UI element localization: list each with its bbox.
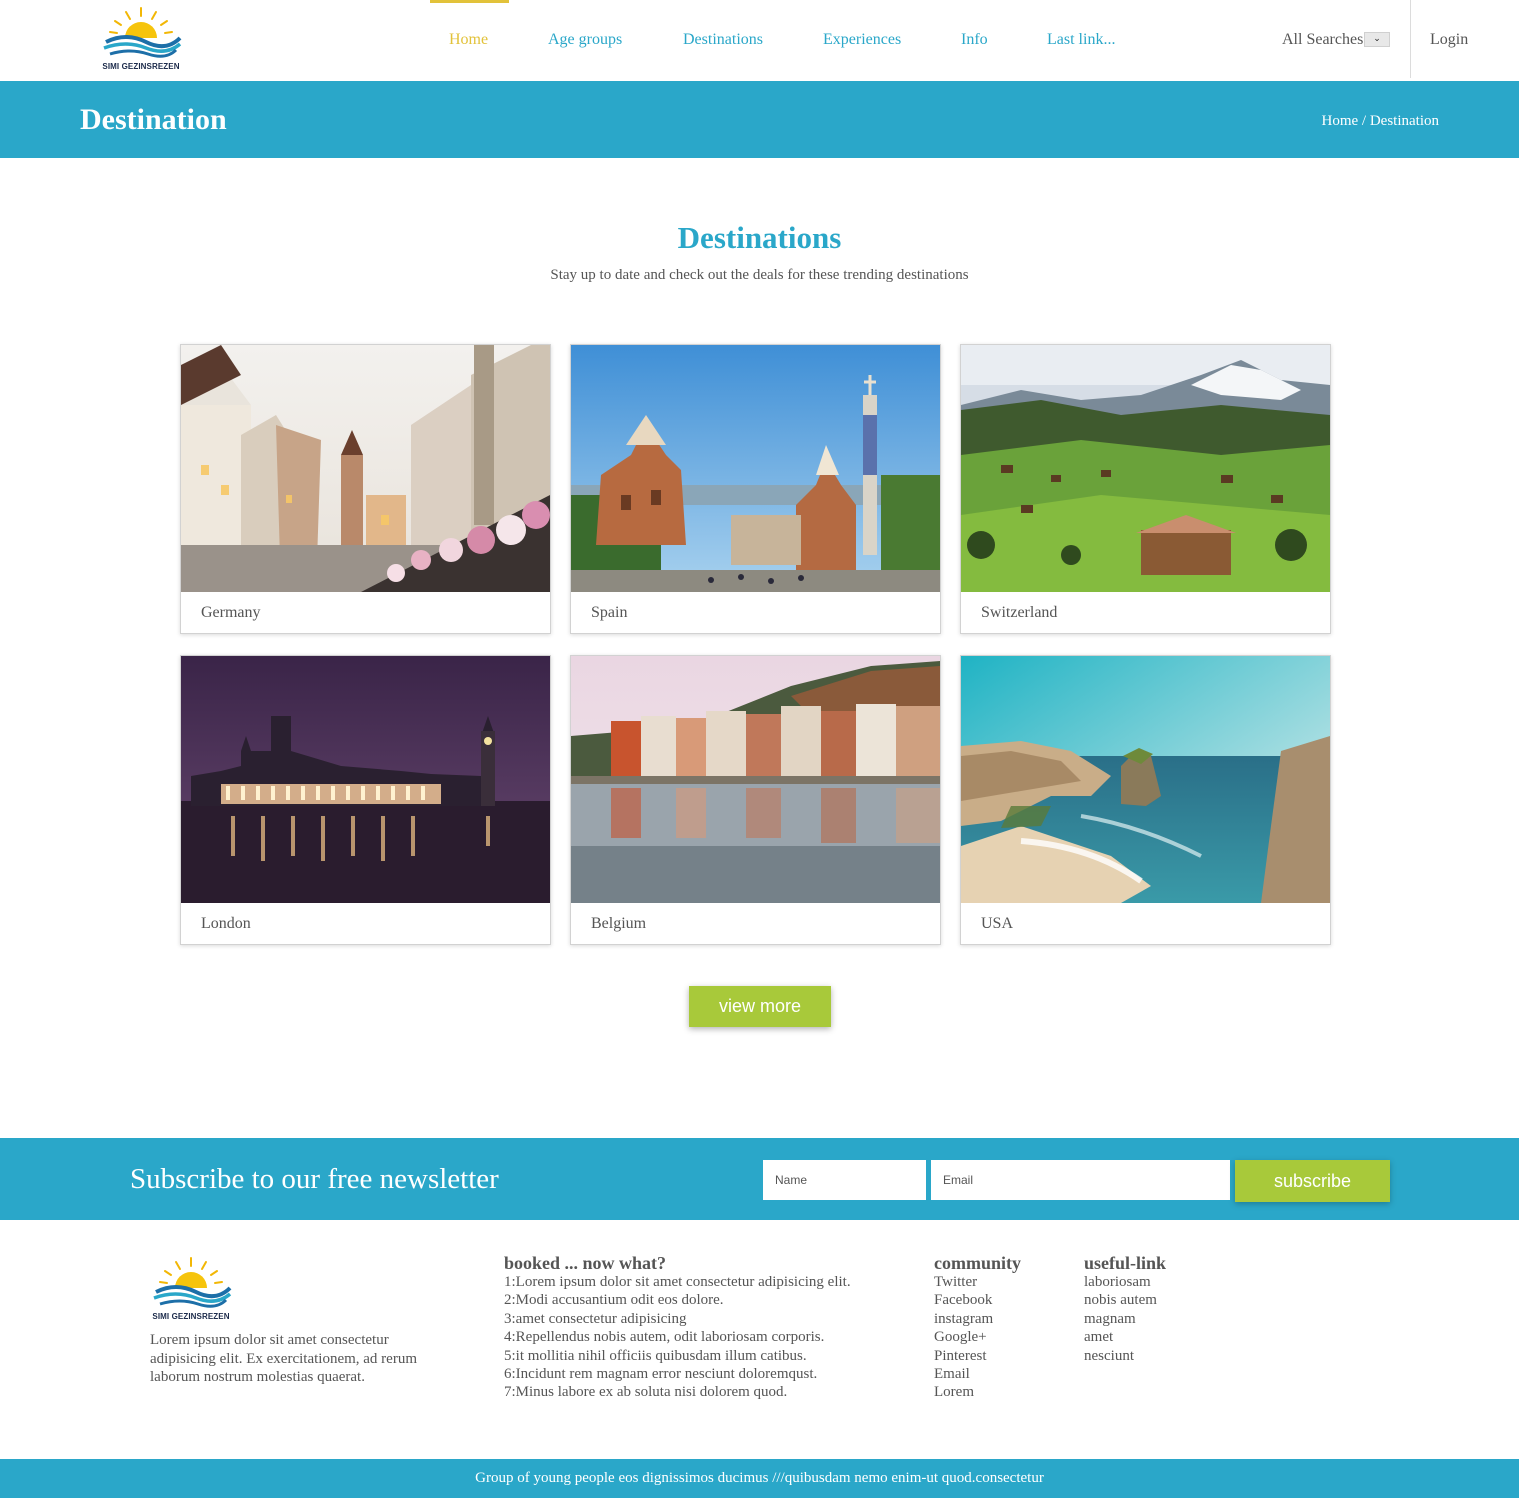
destination-card-spain[interactable]: Spain	[570, 344, 941, 634]
london-photo	[181, 656, 550, 903]
germany-photo	[181, 345, 550, 592]
search-select[interactable]: All Searches	[1282, 31, 1363, 49]
list-item: 7:Minus labore ex ab soluta nisi dolorem…	[504, 1384, 788, 1401]
nav-item-experiences[interactable]: Experiences	[823, 31, 901, 49]
section-title: Destinations	[677, 220, 842, 255]
useful-link[interactable]: nobis autem	[1084, 1291, 1166, 1309]
breadcrumb-current: Destination	[1369, 113, 1439, 129]
switzerland-photo	[961, 345, 1330, 592]
list-item: 6:Incidunt rem magnam error nesciunt dol…	[504, 1366, 818, 1383]
footer-useful-title: useful-link	[1084, 1253, 1167, 1273]
card-label: Germany	[201, 604, 261, 621]
belgium-photo	[571, 656, 940, 903]
spain-photo	[571, 345, 940, 592]
sun-wave-logo-icon	[103, 7, 182, 58]
nav-item-info[interactable]: Info	[961, 31, 988, 49]
nav-item-home[interactable]: Home	[449, 31, 488, 49]
community-link-facebook[interactable]: Facebook	[934, 1291, 1021, 1309]
destination-card-usa[interactable]: USA	[960, 655, 1331, 945]
footer-booked-title: booked ... now what?	[504, 1253, 667, 1273]
list-item: 5:it mollitia nihil officiis quibusdam i…	[504, 1347, 807, 1364]
footer-community: community Twitter Facebook instagram Goo…	[934, 1253, 1021, 1402]
nav-active-indicator	[430, 0, 509, 3]
list-item: 4:Repellendus nobis autem, odit laborios…	[504, 1329, 825, 1346]
nav-item-age-groups[interactable]: Age groups	[548, 31, 622, 49]
brand-logo[interactable]: SIMI GEZINSREZEN	[100, 6, 182, 74]
community-link-google-plus[interactable]: Google+	[934, 1328, 1021, 1346]
login-link[interactable]: Login	[1430, 31, 1468, 49]
community-link-pinterest[interactable]: Pinterest	[934, 1347, 1021, 1365]
header-divider	[1410, 0, 1411, 78]
nav-item-last-link[interactable]: Last link...	[1047, 31, 1115, 49]
view-more-button[interactable]: view more	[689, 986, 831, 1027]
footer-useful-links: useful-link laboriosam nobis autem magna…	[1084, 1253, 1166, 1365]
site-header: SIMI GEZINSREZEN Home Age groups Destina…	[0, 0, 1519, 81]
usa-photo	[961, 656, 1330, 903]
useful-link[interactable]: laboriosam	[1084, 1273, 1166, 1291]
community-link-email[interactable]: Email	[934, 1365, 1021, 1383]
list-item: 2:Modi accusantium odit eos dolore.	[504, 1292, 724, 1309]
page-banner: Destination Home / Destination	[0, 81, 1519, 158]
section-subtitle: Stay up to date and check out the deals …	[550, 267, 969, 283]
breadcrumb: Home / Destination	[1322, 113, 1440, 130]
destination-card-london[interactable]: London	[180, 655, 551, 945]
logo-text: SIMI GEZINSREZEN	[152, 1312, 230, 1321]
destination-card-belgium[interactable]: Belgium	[570, 655, 941, 945]
sun-wave-logo-icon	[153, 1257, 232, 1308]
card-label: USA	[981, 915, 1014, 932]
useful-link[interactable]: amet	[1084, 1328, 1166, 1346]
breadcrumb-home[interactable]: Home	[1322, 113, 1359, 129]
destination-card-switzerland[interactable]: Switzerland	[960, 344, 1331, 634]
footer-logo[interactable]: SIMI GEZINSREZEN	[150, 1256, 232, 1324]
footer-community-title: community	[934, 1253, 1021, 1273]
email-input[interactable]	[931, 1160, 1230, 1200]
card-label: London	[201, 915, 251, 932]
community-link-instagram[interactable]: instagram	[934, 1310, 1021, 1328]
newsletter-band: Subscribe to our free newsletter subscri…	[0, 1138, 1519, 1220]
nav-item-destinations[interactable]: Destinations	[683, 31, 763, 49]
newsletter-title: Subscribe to our free newsletter	[130, 1163, 499, 1195]
card-label: Spain	[591, 604, 628, 621]
list-item: 1:Lorem ipsum dolor sit amet consectetur…	[504, 1274, 851, 1290]
footer-about: Lorem ipsum dolor sit amet consectetur a…	[150, 1332, 417, 1385]
name-input[interactable]	[763, 1160, 926, 1200]
useful-link[interactable]: nesciunt	[1084, 1347, 1166, 1365]
destination-card-germany[interactable]: Germany	[180, 344, 551, 634]
copyright-bar: Group of young people eos dignissimos du…	[0, 1459, 1519, 1498]
useful-link[interactable]: magnam	[1084, 1310, 1166, 1328]
chevron-down-icon[interactable]: ⌄	[1364, 32, 1390, 47]
card-label: Switzerland	[981, 604, 1058, 621]
community-link-twitter[interactable]: Twitter	[934, 1273, 1021, 1291]
breadcrumb-separator: /	[1358, 113, 1370, 129]
footer-booked: booked ... now what? 1:Lorem ipsum dolor…	[504, 1253, 851, 1402]
list-item: 3:amet consectetur adipisicing	[504, 1310, 687, 1327]
community-link-lorem[interactable]: Lorem	[934, 1383, 1021, 1401]
logo-text: SIMI GEZINSREZEN	[102, 62, 180, 71]
page-title: Destination	[80, 103, 227, 136]
subscribe-button[interactable]: subscribe	[1235, 1160, 1390, 1202]
card-label: Belgium	[591, 915, 647, 932]
